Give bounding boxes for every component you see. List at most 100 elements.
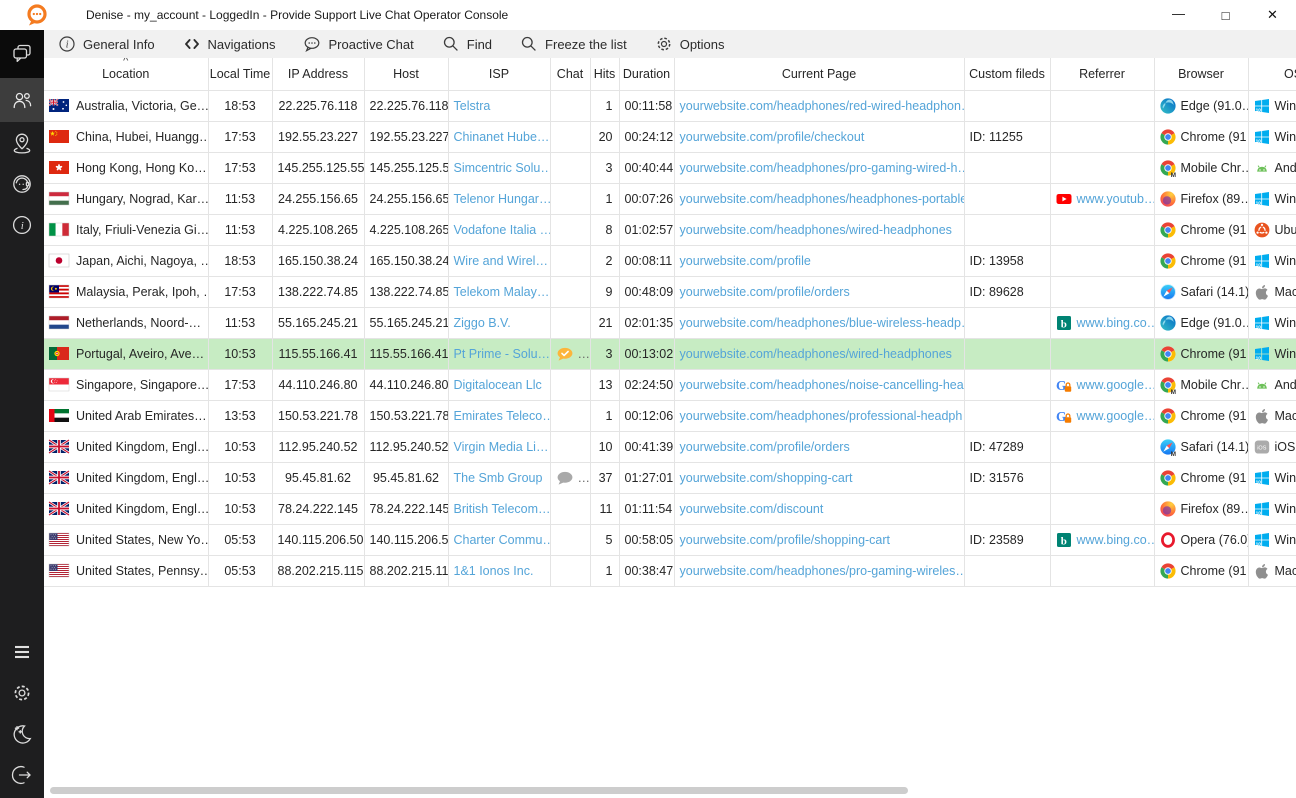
visitor-row[interactable]: United States, Pennsy…05:5388.202.215.11… [44,556,1296,587]
chrome-browser-icon [1160,130,1181,144]
visitor-row[interactable]: Singapore, Singapore…17:5344.110.246.804… [44,370,1296,401]
sidebar-item-settings[interactable] [0,672,44,713]
referrer-link[interactable]: www.youtub… [1077,192,1155,206]
sidebar-item-info[interactable]: i [0,204,44,245]
visitor-row[interactable]: Malaysia, Perak, Ipoh, …17:53138.222.74.… [44,277,1296,308]
isp-link[interactable]: Ziggo B.V. [454,316,511,330]
visitor-row[interactable]: United Kingdom, Engl…10:5395.45.81.6295.… [44,463,1296,494]
visitor-row[interactable]: Japan, Aichi, Nagoya, …18:53165.150.38.2… [44,246,1296,277]
visitor-row[interactable]: Netherlands, Noord-…11:5355.165.245.2155… [44,308,1296,339]
isp-link[interactable]: Telekom Malay… [454,285,550,299]
column-header-browser[interactable]: Browser [1154,58,1248,91]
isp-link[interactable]: Pt Prime - Solu… [454,347,551,361]
horizontal-scrollbar-track[interactable] [46,785,1294,796]
cell-host: 44.110.246.80 [364,370,448,401]
isp-link[interactable]: Telenor Hungar… [454,192,551,206]
visitor-row[interactable]: United Kingdom, Engl…10:53112.95.240.521… [44,432,1296,463]
current-page-link[interactable]: yourwebsite.com/headphones/pro-gaming-wi… [680,161,965,175]
isp-link[interactable]: 1&1 Ionos Inc. [454,564,534,578]
visitor-row[interactable]: Hong Kong, Hong Ko…17:53145.255.125.5514… [44,153,1296,184]
toolbar-navigations-button[interactable]: Navigations [169,30,290,58]
sidebar-item-geo-location[interactable] [0,122,44,163]
column-header-current_page[interactable]: Current Page [674,58,964,91]
column-header-referrer[interactable]: Referrer [1050,58,1154,91]
current-page-link[interactable]: yourwebsite.com/profile/orders [680,440,850,454]
cell-ip: 192.55.23.227 [272,122,364,153]
cell-referrer: Gwww.google… [1050,370,1154,401]
current-page-link[interactable]: yourwebsite.com/headphones/professional-… [680,409,965,423]
visitor-row[interactable]: Australia, Victoria, Ge…18:5322.225.76.1… [44,91,1296,122]
cell-location: China, Hubei, Huangg… [44,122,208,153]
isp-link[interactable]: The Smb Group [454,471,543,485]
sidebar-item-chats[interactable] [0,30,44,78]
cell-host: 78.24.222.145 [364,494,448,525]
visitor-row[interactable]: United States, New Yo…05:53140.115.206.5… [44,525,1296,556]
isp-link[interactable]: Chinanet Hube… [454,130,550,144]
sidebar-item-menu[interactable] [0,631,44,672]
toolbar-find-button[interactable]: Find [428,30,506,58]
chat-ended-icon[interactable] [556,471,574,485]
toolbar-freeze-list-button[interactable]: Freeze the list [506,30,641,58]
cell-custom_fields [964,215,1050,246]
visitor-row[interactable]: Portugal, Aveiro, Ave…10:53115.55.166.41… [44,339,1296,370]
current-page-link[interactable]: yourwebsite.com/headphones/headphones-po… [680,192,965,206]
current-page-link[interactable]: yourwebsite.com/profile/orders [680,285,850,299]
current-page-link[interactable]: yourwebsite.com/headphones/pro-gaming-wi… [680,564,965,578]
isp-link[interactable]: Vodafone Italia … [454,223,551,237]
toolbar-proactive-chat-button[interactable]: Proactive Chat [289,30,427,58]
referrer-link[interactable]: www.bing.co… [1077,316,1155,330]
chat-active-icon[interactable] [556,347,574,361]
sidebar-item-operators[interactable] [0,163,44,204]
column-header-custom_fields[interactable]: Custom fileds [964,58,1050,91]
cell-local_time: 10:53 [208,432,272,463]
referrer-link[interactable]: www.google… [1077,409,1155,423]
sidebar-item-logout[interactable] [0,754,44,795]
current-page-link[interactable]: yourwebsite.com/profile/checkout [680,130,865,144]
visitor-row[interactable]: Italy, Friuli-Venezia Gi…11:534.225.108.… [44,215,1296,246]
flag-us-icon [49,564,76,578]
isp-link[interactable]: Charter Commu… [454,533,551,547]
sidebar-item-night-mode[interactable] [0,713,44,754]
current-page-link[interactable]: yourwebsite.com/profile [680,254,811,268]
column-header-local_time[interactable]: Local Time [208,58,272,91]
maximize-button[interactable]: □ [1202,0,1249,30]
column-header-isp[interactable]: ISP [448,58,550,91]
close-button[interactable]: ✕ [1249,0,1296,30]
current-page-link[interactable]: yourwebsite.com/headphones/red-wired-hea… [680,99,965,113]
referrer-link[interactable]: www.google… [1077,378,1155,392]
current-page-link[interactable]: yourwebsite.com/headphones/wired-headpho… [680,347,952,361]
isp-link[interactable]: Digitalocean Llc [454,378,542,392]
isp-link[interactable]: Wire and Wirel… [454,254,548,268]
column-header-hits[interactable]: Hits [590,58,619,91]
visitor-row[interactable]: Hungary, Nograd, Kar…11:5324.255.156.652… [44,184,1296,215]
current-page-link[interactable]: yourwebsite.com/profile/shopping-cart [680,533,891,547]
minimize-button[interactable]: — [1155,0,1202,30]
current-page-link[interactable]: yourwebsite.com/headphones/noise-cancell… [680,378,965,392]
horizontal-scrollbar-thumb[interactable] [50,787,908,794]
isp-link[interactable]: Simcentric Solu… [454,161,551,175]
current-page-link[interactable]: yourwebsite.com/discount [680,502,824,516]
referrer-link[interactable]: www.bing.co… [1077,533,1155,547]
toolbar-general-info-button[interactable]: iGeneral Info [44,30,169,58]
current-page-link[interactable]: yourwebsite.com/shopping-cart [680,471,853,485]
column-header-duration[interactable]: Duration [619,58,674,91]
isp-link[interactable]: Emirates Teleco… [454,409,551,423]
current-page-link[interactable]: yourwebsite.com/headphones/wired-headpho… [680,223,952,237]
visitor-row[interactable]: China, Hubei, Huangg…17:53192.55.23.2271… [44,122,1296,153]
column-header-ip[interactable]: IP Address [272,58,364,91]
current-page-link[interactable]: yourwebsite.com/headphones/blue-wireless… [680,316,965,330]
column-header-location[interactable]: ^Location [44,58,208,91]
cell-local_time: 17:53 [208,153,272,184]
visitor-row[interactable]: United Arab Emirates…13:53150.53.221.781… [44,401,1296,432]
cell-isp: Charter Commu… [448,525,550,556]
visitor-row[interactable]: United Kingdom, Engl…10:5378.24.222.1457… [44,494,1296,525]
sidebar-item-visitors[interactable] [0,78,44,122]
isp-link[interactable]: Telstra [454,99,491,113]
isp-link[interactable]: Virgin Media Li… [454,440,549,454]
toolbar-options-button[interactable]: Options [641,30,739,58]
column-header-chat[interactable]: Chat [550,58,590,91]
isp-link[interactable]: British Telecom… [454,502,551,516]
column-header-os[interactable]: OS [1248,58,1296,91]
column-header-host[interactable]: Host [364,58,448,91]
cell-location: Netherlands, Noord-… [44,308,208,339]
